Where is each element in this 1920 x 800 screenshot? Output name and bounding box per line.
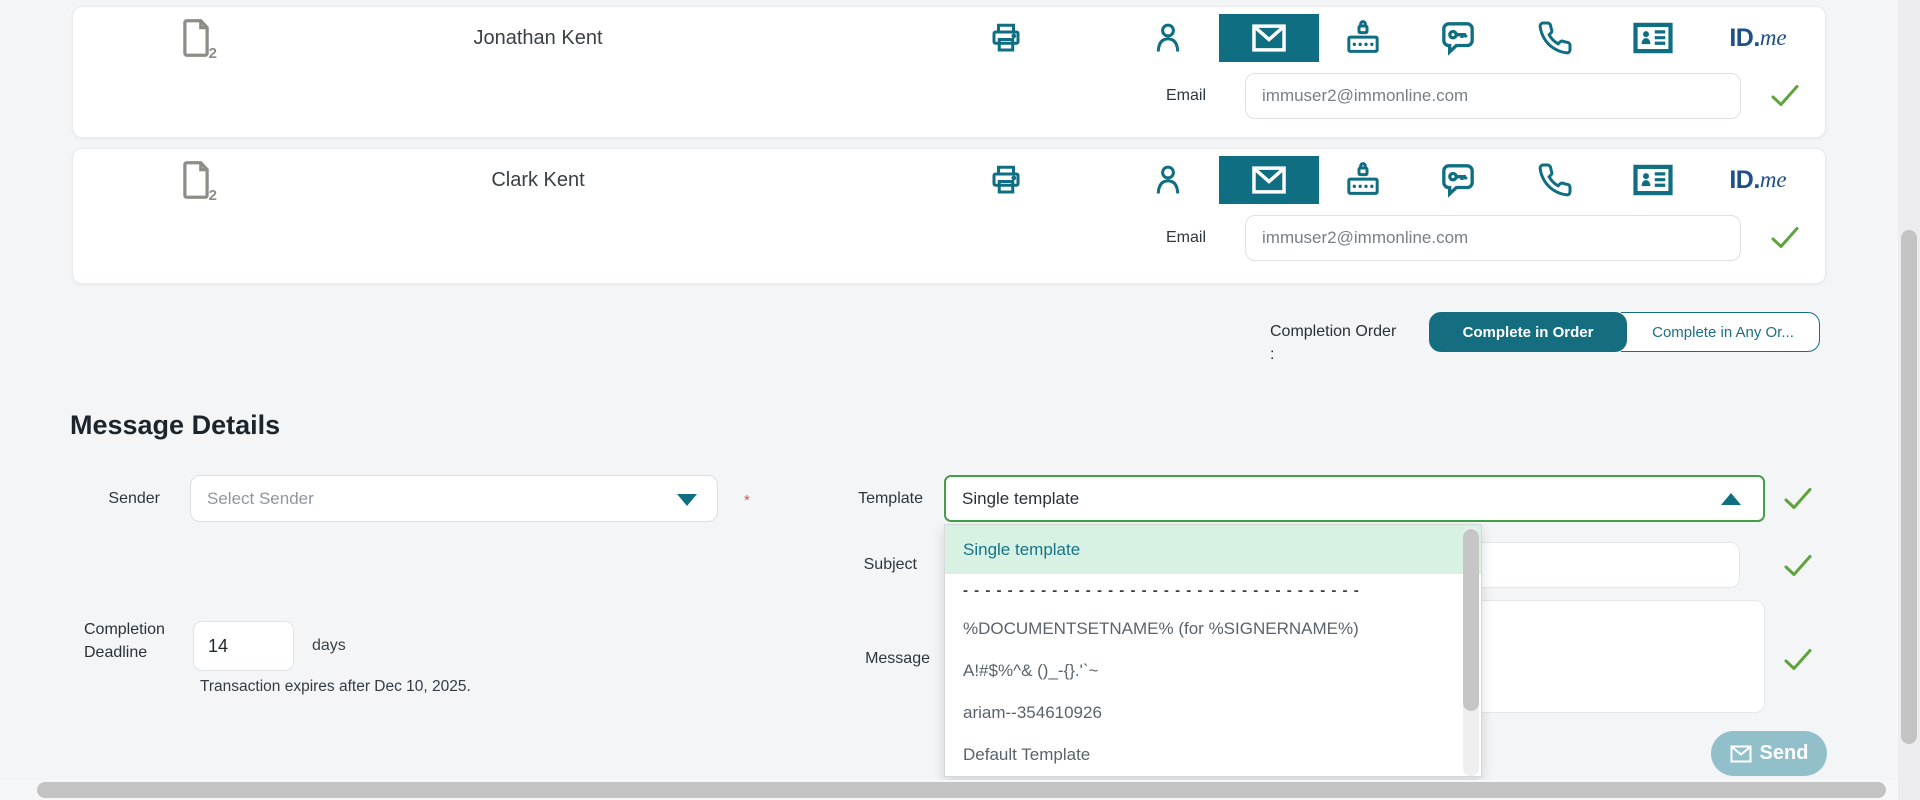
dropdown-scrollbar-thumb[interactable] xyxy=(1463,529,1479,711)
deadline-unit-label: days xyxy=(312,637,346,655)
send-button-label: Send xyxy=(1760,742,1809,765)
horizontal-scrollbar-thumb[interactable] xyxy=(37,782,1886,798)
dropdown-option[interactable]: A!#$%^& ()_-{}.'`~ xyxy=(945,650,1481,692)
dropdown-scrollbar-track[interactable] xyxy=(1463,527,1479,776)
completion-deadline-input[interactable] xyxy=(193,621,294,671)
phone-auth-button[interactable] xyxy=(1531,156,1579,204)
template-select[interactable]: Single template xyxy=(944,475,1765,522)
template-valid-check-icon xyxy=(1783,486,1813,512)
sms-auth-button[interactable] xyxy=(1434,14,1482,62)
template-dropdown-panel: Single template - - - - - - - - - - - - … xyxy=(944,524,1482,777)
in-person-button[interactable] xyxy=(1144,14,1192,62)
recipient-name: Clark Kent xyxy=(343,169,733,192)
recipient-card: 2 Jonathan Kent xyxy=(72,6,1826,138)
send-button[interactable]: Send xyxy=(1711,731,1827,776)
message-label: Message xyxy=(810,650,930,668)
message-valid-check-icon xyxy=(1783,647,1813,673)
email-field-label: Email xyxy=(1073,87,1206,105)
contact-card-button[interactable] xyxy=(1629,156,1677,204)
dropdown-option-highlighted[interactable]: Single template xyxy=(945,525,1481,574)
vertical-scrollbar-track[interactable] xyxy=(1898,0,1920,800)
completion-deadline-label: Completion Deadline xyxy=(84,618,194,664)
contact-card-button[interactable] xyxy=(1629,14,1677,62)
document-count-icon: 2 xyxy=(173,15,219,61)
recipient-card: 2 Clark Kent xyxy=(72,148,1826,284)
recipient-name: Jonathan Kent xyxy=(343,27,733,50)
complete-in-order-option[interactable]: Complete in Order xyxy=(1429,312,1627,352)
vertical-scrollbar-thumb[interactable] xyxy=(1901,230,1917,744)
chevron-up-icon xyxy=(1721,493,1741,505)
document-count-badge: 2 xyxy=(209,47,217,61)
sender-placeholder: Select Sender xyxy=(207,489,314,509)
chevron-down-icon xyxy=(677,494,697,506)
email-valid-check-icon xyxy=(1770,83,1800,109)
completion-order-label: Completion Order : xyxy=(1270,320,1440,366)
passcode-auth-button[interactable] xyxy=(1339,156,1387,204)
document-count-badge: 2 xyxy=(209,189,217,203)
completion-order-toggle: Complete in Order Complete in Any Or... xyxy=(1429,312,1826,352)
idme-logo: ID. xyxy=(1729,24,1759,53)
email-valid-check-icon xyxy=(1770,225,1800,251)
expiration-helper-text: Transaction expires after Dec 10, 2025. xyxy=(200,678,471,696)
recipient-email-input[interactable] xyxy=(1245,215,1741,261)
print-delivery-button[interactable] xyxy=(982,14,1030,62)
recipient-email-input[interactable] xyxy=(1245,73,1741,119)
idme-auth-button[interactable]: ID.me xyxy=(1703,156,1813,204)
sender-label: Sender xyxy=(40,490,160,508)
send-envelope-icon xyxy=(1730,745,1752,763)
phone-auth-button[interactable] xyxy=(1531,14,1579,62)
dropdown-option[interactable]: ariam--354610926 xyxy=(945,692,1481,734)
idme-logo: ID. xyxy=(1729,166,1759,195)
email-delivery-button-selected[interactable] xyxy=(1219,156,1319,204)
passcode-auth-button[interactable] xyxy=(1339,14,1387,62)
dropdown-option[interactable]: Default Template xyxy=(945,734,1481,776)
sms-auth-button[interactable] xyxy=(1434,156,1482,204)
dropdown-separator: - - - - - - - - - - - - - - - - - - - - … xyxy=(945,574,1481,608)
template-label: Template xyxy=(803,490,923,508)
complete-in-any-order-option[interactable]: Complete in Any Or... xyxy=(1621,312,1820,352)
subject-label: Subject xyxy=(797,556,917,574)
template-selected-value: Single template xyxy=(962,489,1079,509)
idme-auth-button[interactable]: ID.me xyxy=(1703,14,1813,62)
message-details-heading: Message Details xyxy=(70,410,280,441)
required-asterisk: * xyxy=(744,492,750,509)
sender-select[interactable]: Select Sender xyxy=(190,475,718,522)
horizontal-scrollbar-track[interactable] xyxy=(0,780,1898,800)
in-person-button[interactable] xyxy=(1144,156,1192,204)
document-count-icon: 2 xyxy=(173,157,219,203)
email-field-label: Email xyxy=(1073,229,1206,247)
dropdown-option[interactable]: %DOCUMENTSETNAME% (for %SIGNERNAME%) xyxy=(945,608,1481,650)
email-delivery-button-selected[interactable] xyxy=(1219,14,1319,62)
print-delivery-button[interactable] xyxy=(982,156,1030,204)
subject-valid-check-icon xyxy=(1783,553,1813,579)
